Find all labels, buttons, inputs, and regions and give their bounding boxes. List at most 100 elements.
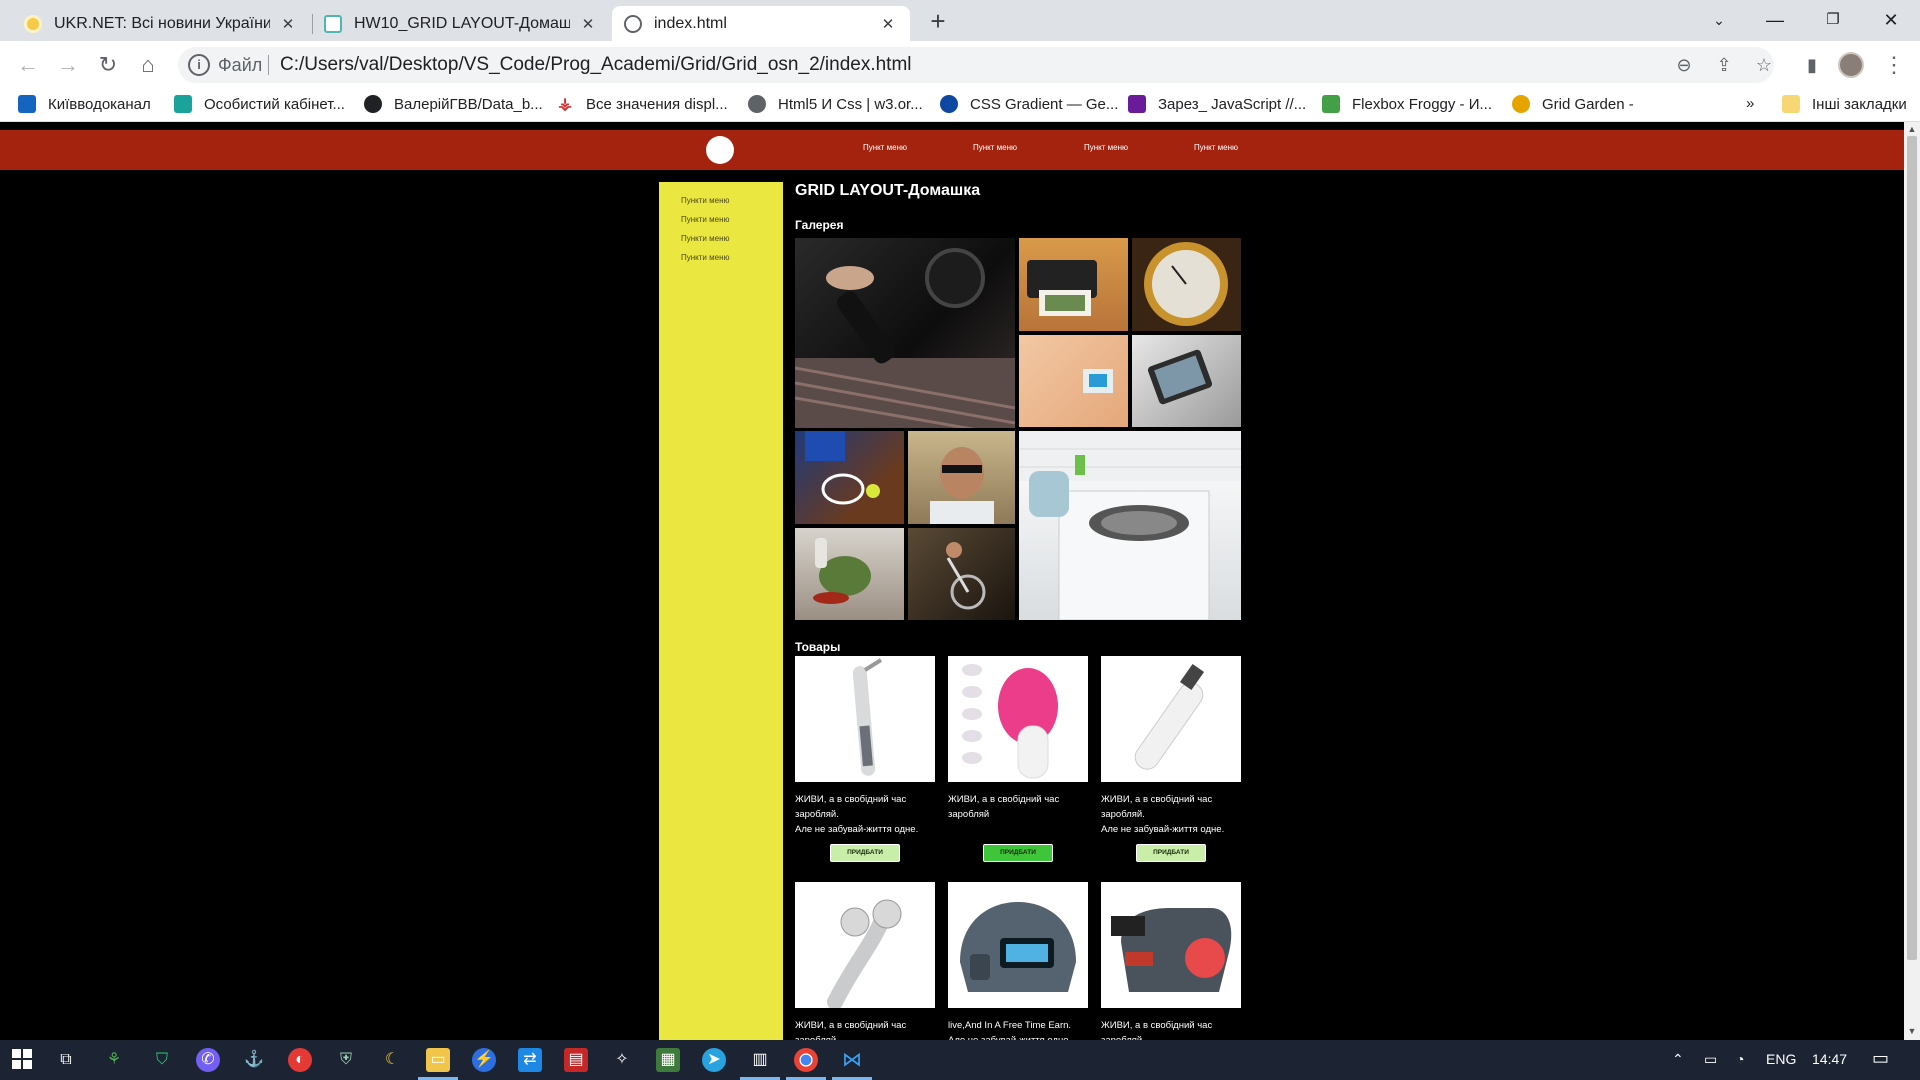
side-panel-icon[interactable]: ▮ <box>1798 51 1826 79</box>
shield-icon[interactable]: ⛉ <box>150 1048 174 1072</box>
bookmark-star-icon[interactable]: ☆ <box>1752 53 1776 77</box>
warships-icon[interactable]: ⚓ <box>242 1048 266 1072</box>
shaver-icon <box>1134 663 1205 770</box>
sidebar-item[interactable]: Пункти меню <box>681 234 729 243</box>
tablet-icon <box>1147 349 1213 405</box>
bookmark-item[interactable]: Особистий кабінет... <box>174 95 345 113</box>
nav-item[interactable]: Пункт меню <box>1194 143 1238 152</box>
scroll-down-icon[interactable]: ▼ <box>1907 1026 1917 1036</box>
scrollbar-thumb[interactable] <box>1907 136 1917 960</box>
gallery-image-washing-machine[interactable] <box>1019 431 1241 620</box>
person-icon <box>930 447 994 524</box>
address-bar[interactable]: i Файл C:/Users/val/Desktop/VS_Code/Prog… <box>178 47 1774 83</box>
share-icon[interactable]: ⇪ <box>1712 53 1736 77</box>
site-logo[interactable] <box>706 136 734 164</box>
product-image[interactable] <box>948 882 1088 1008</box>
app-icon[interactable]: ⚘ <box>102 1048 126 1072</box>
other-bookmarks[interactable]: Інші закладки <box>1782 95 1907 113</box>
nav-item[interactable]: Пункт меню <box>863 143 907 152</box>
opera-icon[interactable]: ◐ <box>288 1048 312 1072</box>
reload-icon[interactable]: ↻ <box>94 51 122 79</box>
battery-icon[interactable]: ▭ <box>1704 1051 1717 1068</box>
telegram-icon[interactable]: ➤ <box>702 1048 726 1072</box>
teamviewer-icon[interactable]: ⇄ <box>518 1048 542 1072</box>
app-icon[interactable]: ☾ <box>380 1048 404 1072</box>
pdf-icon[interactable]: ▤ <box>564 1048 588 1072</box>
game-icon[interactable]: ⛨ <box>334 1048 358 1072</box>
menu-icon[interactable]: ⋮ <box>1880 51 1908 79</box>
bookmark-item[interactable]: Київводоканал <box>18 95 151 113</box>
product-image[interactable] <box>1101 882 1241 1008</box>
bookmark-item[interactable]: ВалерійГВВ/Data_b... <box>364 95 543 113</box>
nav-item[interactable]: Пункт меню <box>1084 143 1128 152</box>
gallery-image-car-vacuum[interactable] <box>795 238 1015 428</box>
buy-button[interactable]: ПРИДБАТИ <box>983 844 1053 862</box>
bookmark-item[interactable]: Html5 И Css | w3.or... <box>748 95 923 113</box>
site-info-icon[interactable]: i <box>188 54 210 76</box>
nav-item[interactable]: Пункт меню <box>973 143 1017 152</box>
minimize-icon[interactable]: — <box>1752 4 1798 36</box>
close-window-icon[interactable]: ✕ <box>1868 4 1914 36</box>
tray-overflow-icon[interactable]: ⌃ <box>1672 1051 1684 1068</box>
restore-icon[interactable]: ❐ <box>1810 4 1856 36</box>
tab-ukrnet[interactable]: UKR.NET: Всі новини України, о ✕ <box>12 6 310 41</box>
app-icon[interactable]: ✧ <box>610 1048 634 1072</box>
bookmark-item[interactable]: Зарез_ JavaScript //... <box>1128 95 1306 113</box>
gallery-image-tablet[interactable] <box>1132 335 1241 427</box>
tab-title: HW10_GRID LAYOUT-Домашка - <box>354 14 570 32</box>
bookmark-item[interactable]: Flexbox Froggy - И... <box>1322 95 1492 113</box>
windows-start-icon[interactable] <box>10 1048 34 1072</box>
gallery-image-printer[interactable] <box>1019 238 1128 331</box>
tab-search-icon[interactable]: ⌄ <box>1696 4 1742 36</box>
scroll-up-icon[interactable]: ▲ <box>1907 124 1917 134</box>
app-icon[interactable]: ▥ <box>748 1048 772 1072</box>
bookmarks-overflow-button[interactable]: » <box>1746 95 1754 112</box>
product-image[interactable] <box>948 656 1088 782</box>
bookmark-item[interactable]: CSS Gradient — Ge... <box>940 95 1118 113</box>
tab-hw10[interactable]: HW10_GRID LAYOUT-Домашка - ✕ <box>312 6 610 41</box>
url-text[interactable]: C:/Users/val/Desktop/VS_Code/Prog_Academ… <box>280 54 912 76</box>
app-icon[interactable]: ▦ <box>656 1048 680 1072</box>
zoom-icon[interactable]: ⊖ <box>1672 53 1696 77</box>
bookmark-item[interactable]: Grid Garden - <box>1512 95 1634 113</box>
gallery-image-tennis[interactable] <box>795 431 904 524</box>
buy-button[interactable]: ПРИДБАТИ <box>830 844 900 862</box>
bookmark-item[interactable]: ⚶ Все значения displ... <box>556 95 727 114</box>
forward-icon[interactable]: → <box>54 51 82 79</box>
clock[interactable]: 14:47 <box>1812 1051 1847 1067</box>
chrome-icon[interactable] <box>794 1048 818 1072</box>
close-tab-icon[interactable]: ✕ <box>578 15 598 33</box>
gallery-image-exercise-bike[interactable] <box>908 528 1015 620</box>
product-image[interactable] <box>795 656 935 782</box>
tennis-icon <box>805 431 880 505</box>
address-divider <box>268 55 269 75</box>
gallery-image-food[interactable] <box>795 528 904 620</box>
tab-index-html[interactable]: index.html ✕ <box>612 6 910 41</box>
back-icon[interactable]: ← <box>14 51 42 79</box>
sidebar-item[interactable]: Пункти меню <box>681 196 729 205</box>
vscode-icon[interactable]: ⋈ <box>840 1048 864 1072</box>
trimmer-icon <box>852 658 883 776</box>
gallery-image-thermostat[interactable] <box>1019 335 1128 427</box>
gallery-image-portrait[interactable] <box>908 431 1015 524</box>
profile-avatar[interactable] <box>1838 52 1864 78</box>
file-explorer-icon[interactable]: ▭ <box>426 1048 450 1072</box>
sidebar-item[interactable]: Пункти меню <box>681 253 729 262</box>
app-icon[interactable]: ⚡ <box>472 1048 496 1072</box>
language-indicator[interactable]: ENG <box>1766 1051 1796 1067</box>
close-tab-icon[interactable]: ✕ <box>278 15 298 33</box>
page-scrollbar[interactable]: ▲ ▼ <box>1904 122 1920 1040</box>
buy-button[interactable]: ПРИДБАТИ <box>1136 844 1206 862</box>
close-tab-icon[interactable]: ✕ <box>878 15 898 33</box>
product-image[interactable] <box>795 882 935 1008</box>
globe-icon <box>748 95 766 113</box>
notifications-icon[interactable]: ▭ <box>1872 1048 1889 1069</box>
wifi-icon[interactable]: ◔ <box>1736 1051 1744 1067</box>
new-tab-button[interactable]: + <box>924 8 952 36</box>
sidebar-item[interactable]: Пункти меню <box>681 215 729 224</box>
gallery-image-barometer[interactable] <box>1132 238 1241 331</box>
task-view-icon[interactable]: ⧉ <box>54 1048 78 1072</box>
product-image[interactable] <box>1101 656 1241 782</box>
viber-icon[interactable]: ✆ <box>196 1048 220 1072</box>
home-icon[interactable]: ⌂ <box>134 51 162 79</box>
